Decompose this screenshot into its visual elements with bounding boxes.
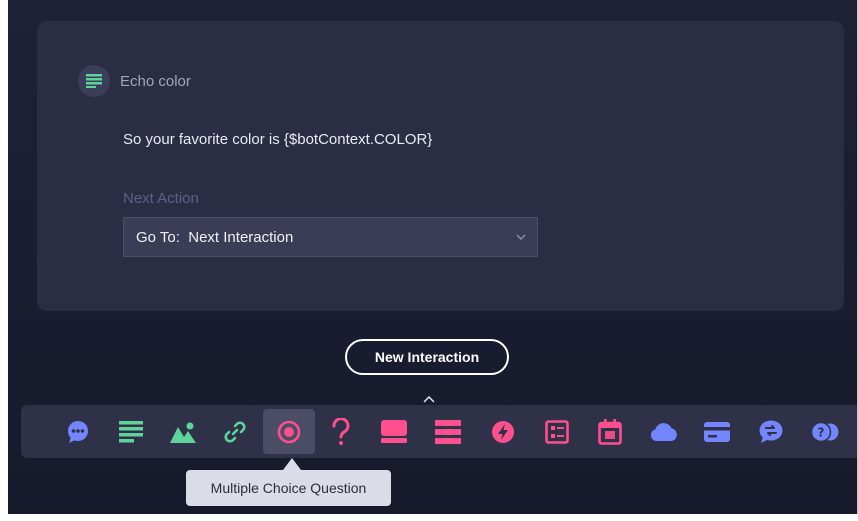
tool-multiple-choice[interactable]: [263, 409, 315, 454]
lightning-icon: [492, 420, 514, 443]
chevron-down-icon: [516, 234, 526, 241]
interaction-card: Echo color So your favorite color is {$b…: [37, 21, 844, 311]
tool-text[interactable]: [105, 409, 157, 454]
svg-text:?: ?: [818, 425, 825, 439]
form-icon: [545, 419, 569, 444]
transfer-chat-icon: [759, 420, 783, 443]
tool-cloud[interactable]: [638, 409, 690, 454]
tooltip-arrow: [283, 458, 301, 470]
cloud-icon: [650, 422, 677, 441]
next-action-value: Go To: Next Interaction: [136, 228, 294, 246]
tool-question[interactable]: [315, 409, 367, 454]
next-action-dropdown[interactable]: Go To: Next Interaction: [123, 217, 538, 257]
chat-bubble-icon: [68, 420, 88, 443]
interaction-title[interactable]: Echo color: [120, 73, 191, 90]
question-mark-icon: [332, 417, 350, 445]
card-icon: [381, 419, 407, 443]
text-lines-icon: [119, 420, 143, 442]
list-icon: [435, 419, 461, 444]
link-icon: [224, 420, 246, 443]
tool-chat-bubble[interactable]: [52, 409, 104, 454]
tool-tooltip: Multiple Choice Question: [186, 470, 391, 506]
tool-card[interactable]: [368, 409, 420, 454]
tool-list[interactable]: [422, 409, 474, 454]
message-text[interactable]: So your favorite color is {$botContext.C…: [123, 131, 432, 148]
next-action-label: Next Action: [123, 190, 199, 207]
text-message-icon: [78, 65, 110, 97]
tool-questions[interactable]: ?: [799, 409, 851, 454]
calendar-icon: [598, 418, 622, 445]
tool-image[interactable]: [157, 409, 209, 454]
tool-form[interactable]: [531, 409, 583, 454]
tool-integration[interactable]: [477, 409, 529, 454]
tool-agent-transfer[interactable]: [745, 409, 797, 454]
interaction-toolbar: ?: [21, 405, 858, 458]
credit-card-icon: [704, 421, 730, 442]
new-interaction-button[interactable]: New Interaction: [345, 339, 509, 375]
app-canvas: Echo color So your favorite color is {$b…: [8, 0, 858, 514]
radio-button-icon: [277, 420, 301, 443]
collapse-caret-icon[interactable]: [422, 395, 436, 405]
tool-payment[interactable]: [691, 409, 743, 454]
tool-link[interactable]: [209, 409, 261, 454]
image-icon: [170, 422, 196, 443]
questions-icon: ?: [811, 421, 839, 442]
tool-calendar[interactable]: [584, 409, 636, 454]
